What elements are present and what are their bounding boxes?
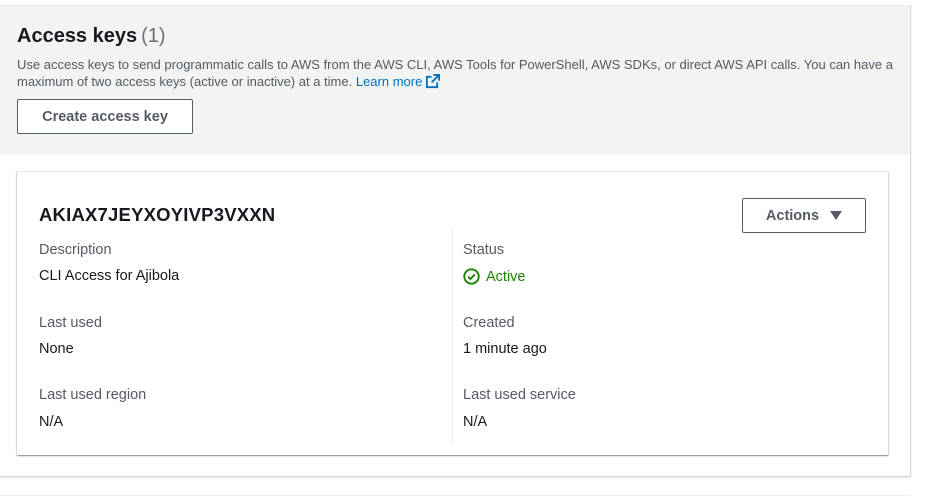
description-value: CLI Access for Ajibola bbox=[39, 268, 180, 284]
access-keys-panel: Access keys (1) Use access keys to send p… bbox=[0, 5, 911, 477]
last-used-service-label: Last used service bbox=[463, 387, 576, 403]
learn-more-link[interactable]: Learn more bbox=[355, 74, 441, 89]
last-used-region-label: Last used region bbox=[39, 387, 147, 403]
panel-header: Access keys (1) Use access keys to send p… bbox=[0, 6, 910, 154]
external-link-icon bbox=[425, 74, 441, 93]
caret-down-icon bbox=[830, 211, 843, 220]
actions-dropdown-button[interactable]: Actions bbox=[742, 198, 866, 233]
access-key-id: AKIAX7JEYXOYIVP3VXXN bbox=[39, 204, 276, 225]
section-description: Use access keys to send programmatic cal… bbox=[17, 56, 897, 93]
status-label: Status bbox=[463, 242, 505, 258]
created-value: 1 minute ago bbox=[463, 341, 547, 357]
last-used-service-value: N/A bbox=[463, 414, 488, 430]
status-text: Active bbox=[486, 268, 526, 285]
last-used-value: None bbox=[39, 341, 74, 357]
key-count: (1) bbox=[141, 25, 166, 47]
column-divider bbox=[452, 227, 453, 443]
section-title-text: Access keys bbox=[17, 25, 138, 47]
section-title: Access keys (1) bbox=[17, 25, 166, 48]
description-label: Description bbox=[39, 242, 112, 258]
created-label: Created bbox=[463, 315, 515, 331]
description-text: Use access keys to send programmatic cal… bbox=[17, 57, 893, 89]
check-circle-icon bbox=[463, 268, 480, 285]
last-used-label: Last used bbox=[39, 315, 102, 331]
create-access-key-button[interactable]: Create access key bbox=[17, 99, 193, 134]
actions-label: Actions bbox=[765, 207, 820, 224]
status-value: Active bbox=[463, 268, 526, 285]
next-panel-edge bbox=[0, 495, 910, 500]
learn-more-label: Learn more bbox=[355, 74, 423, 89]
last-used-region-value: N/A bbox=[39, 414, 64, 430]
access-key-card: AKIAX7JEYXOYIVP3VXXN Actions Description… bbox=[17, 171, 888, 455]
